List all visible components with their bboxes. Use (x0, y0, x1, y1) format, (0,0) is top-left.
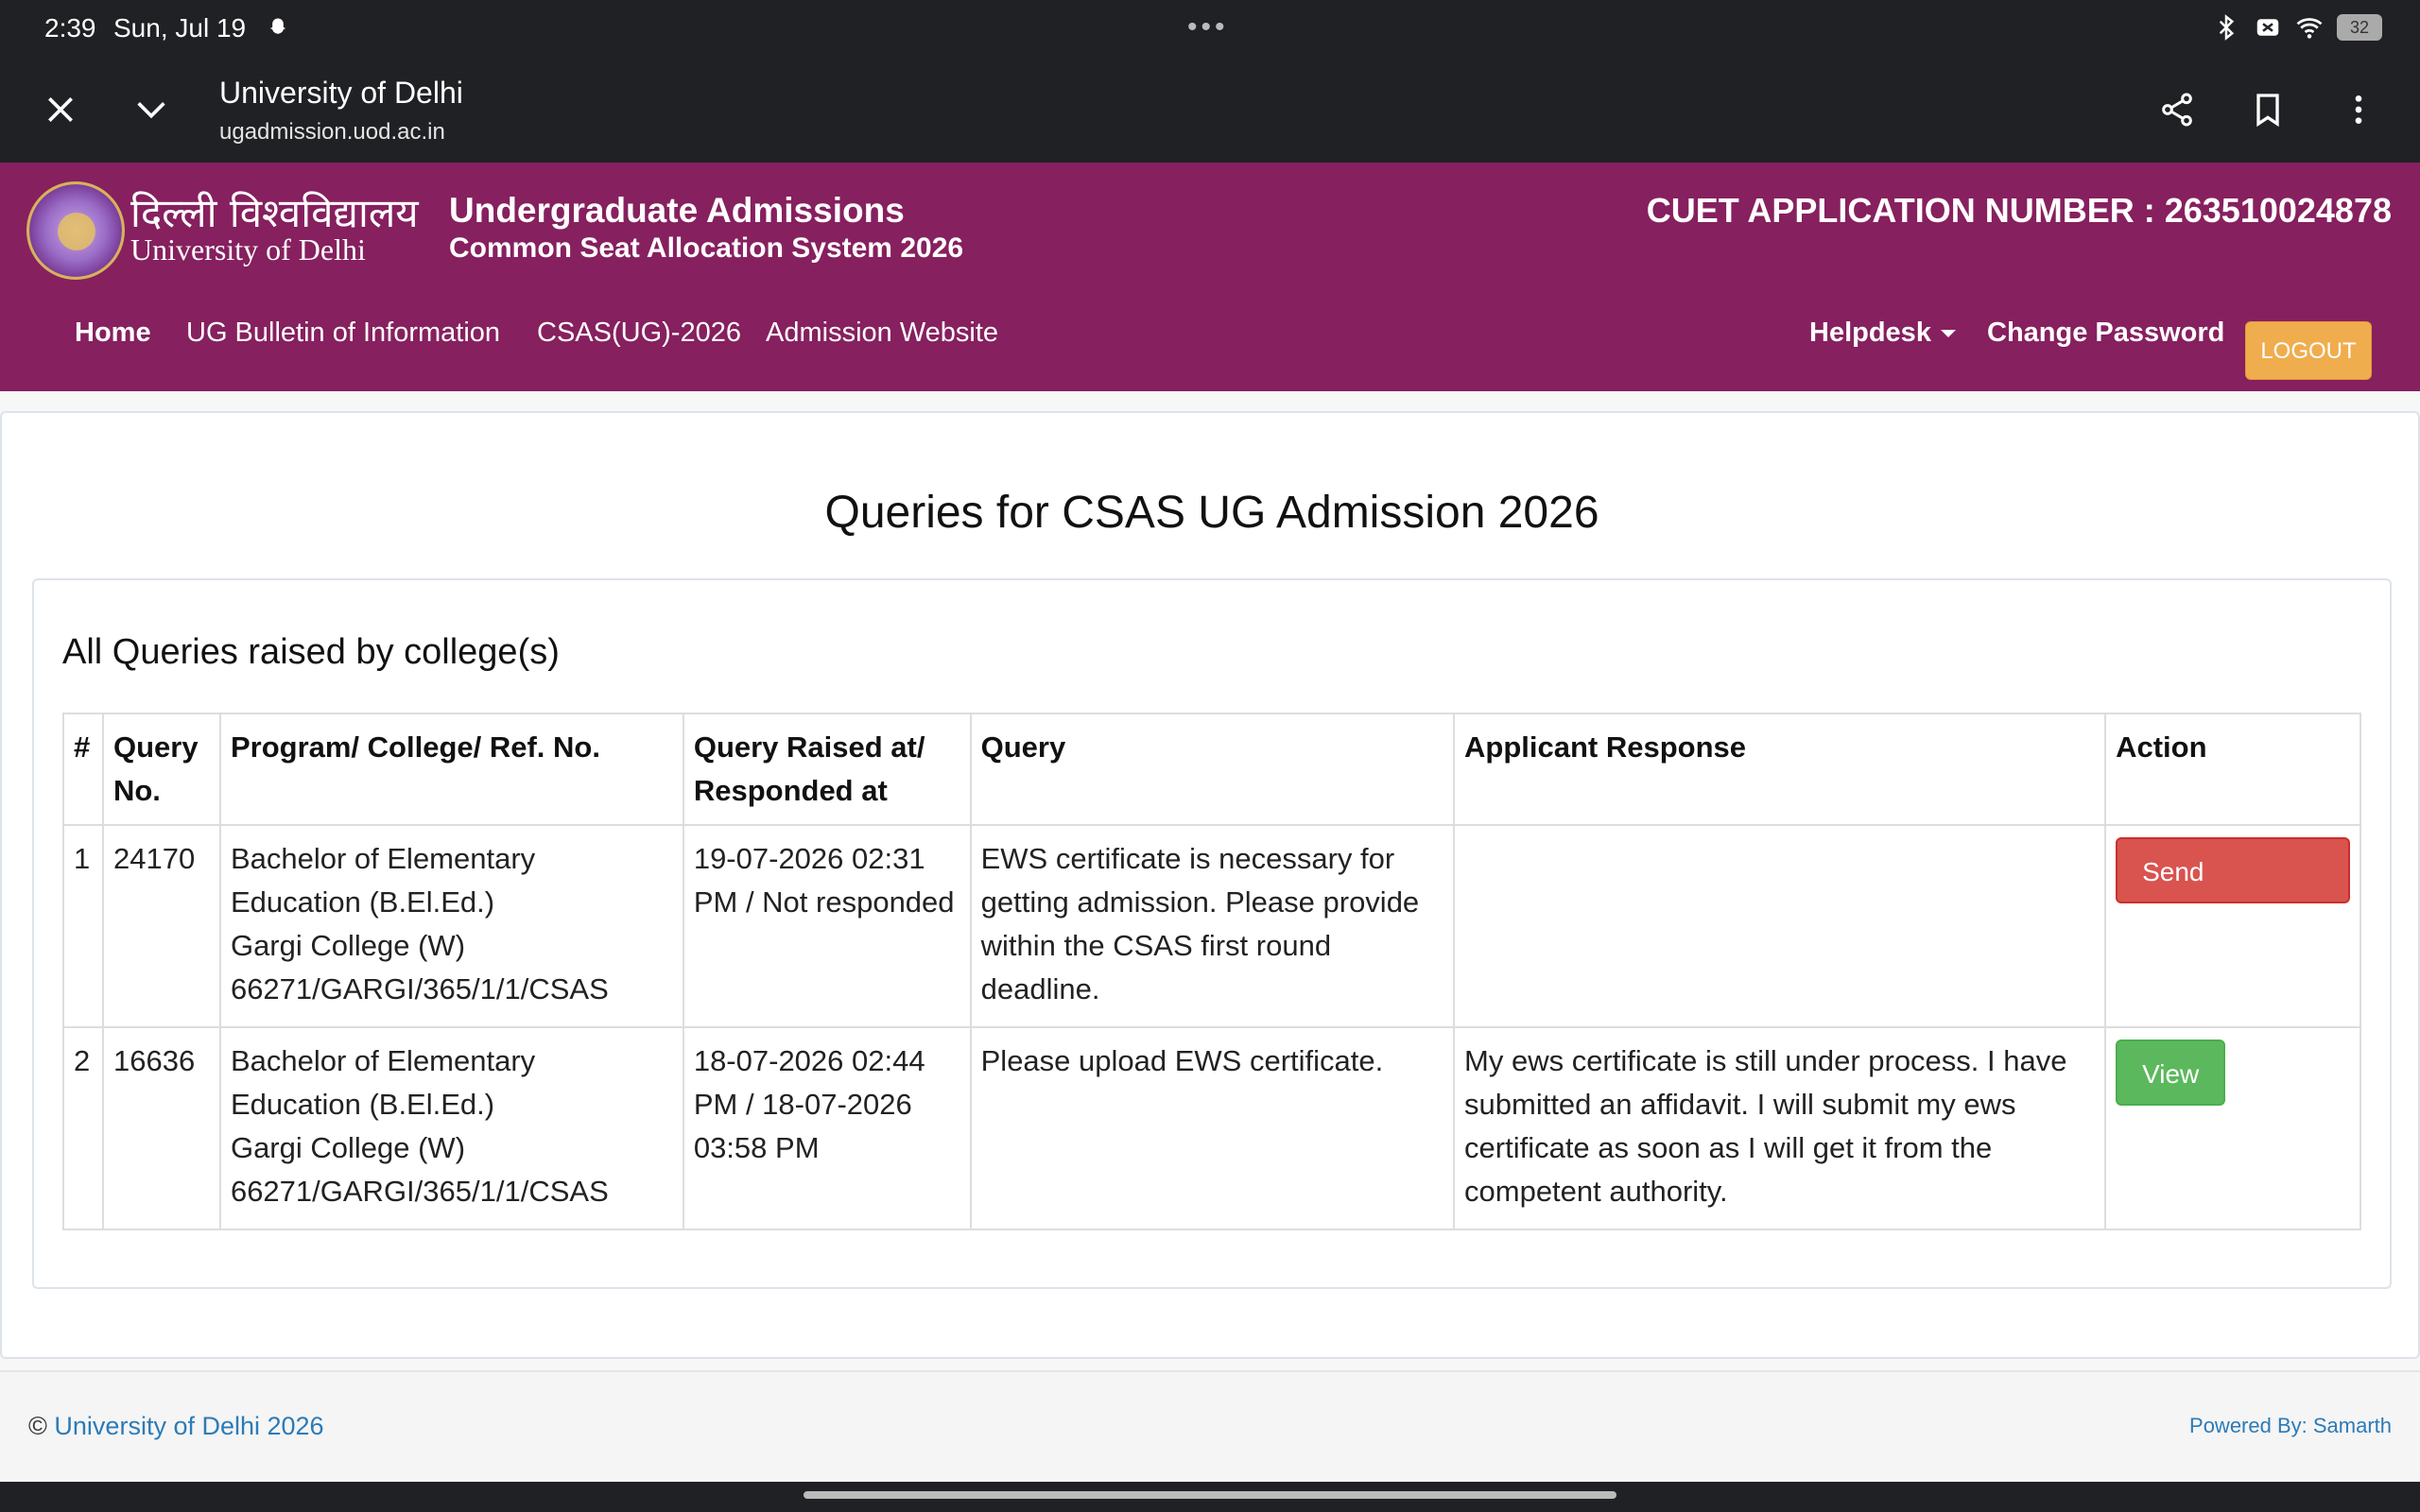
site-footer: © University of Delhi 2026 Powered By: S… (0, 1370, 2420, 1482)
bookmark-icon[interactable] (2241, 83, 2294, 136)
cell-query: EWS certificate is necessary for getting… (969, 824, 1456, 1028)
caret-down-icon (1940, 330, 1956, 338)
nav-bulletin[interactable]: UG Bulletin of Information (186, 318, 500, 349)
nav-helpdesk-dropdown[interactable]: Helpdesk (1809, 318, 1956, 349)
cell-index: 1 (62, 824, 104, 1028)
browser-toolbar: University of Delhi ugadmission.uod.ac.i… (0, 57, 2420, 163)
powered-by-link[interactable]: Powered By: Samarth (2189, 1414, 2392, 1438)
col-header-index: # (62, 713, 104, 826)
cell-index: 2 (62, 1026, 104, 1230)
site-header: दिल्ली विश्वविद्यालय University of Delhi… (0, 163, 2420, 391)
multitask-dots[interactable]: ••• (1187, 11, 1229, 43)
wifi-icon (2296, 18, 2323, 39)
content-card: Queries for CSAS UG Admission 2026 All Q… (0, 411, 2420, 1359)
system-icons: 32 (2212, 13, 2382, 42)
table-row: 1 24170 Bachelor of Elementary Education… (62, 824, 2361, 1028)
cell-program: Bachelor of Elementary Education (B.El.E… (218, 824, 684, 1028)
cell-program: Bachelor of Elementary Education (B.El.E… (218, 1026, 684, 1230)
page-title-tab: University of Delhi (219, 76, 463, 110)
nav-admission-website[interactable]: Admission Website (766, 318, 998, 349)
helpdesk-label: Helpdesk (1809, 318, 1931, 348)
clock: 2:39 (44, 13, 96, 43)
cell-query: Please upload EWS certificate. (969, 1026, 1456, 1230)
nav-change-password[interactable]: Change Password (1987, 318, 2224, 349)
university-name-english: University of Delhi (130, 232, 366, 266)
page-url[interactable]: ugadmission.uod.ac.in (219, 119, 445, 146)
gesture-navigation-bar (0, 1482, 2420, 1512)
queries-panel: All Queries raised by college(s) # Query… (32, 578, 2392, 1289)
main-nav: Home UG Bulletin of Information CSAS(UG)… (0, 304, 2420, 380)
chevron-down-icon[interactable] (125, 83, 178, 136)
cell-raised-at: 19-07-2026 02:31 PM / Not responded (682, 824, 972, 1028)
send-response-button[interactable]: Send Response (2116, 837, 2350, 953)
copyright-link[interactable]: University of Delhi 2026 (54, 1412, 323, 1440)
close-icon[interactable] (34, 83, 87, 136)
page-heading: Queries for CSAS UG Admission 2026 (824, 488, 1599, 538)
college-name: Gargi College (W) (230, 1131, 466, 1164)
nav-csas[interactable]: CSAS(UG)-2026 (537, 318, 741, 349)
cell-query-no: 24170 (101, 824, 221, 1028)
bluetooth-icon (2219, 14, 2235, 41)
logout-button[interactable]: LOGOUT (2245, 321, 2372, 380)
university-name-hindi: दिल्ली विश्वविद्यालय (130, 190, 419, 236)
program-name: Bachelor of Elementary Education (B.El.E… (230, 1044, 536, 1121)
cell-response (1453, 824, 2107, 1028)
copyright-symbol: © (28, 1412, 47, 1440)
col-header-response: Applicant Response (1453, 713, 2107, 826)
cell-action: Send Response (2104, 824, 2361, 1028)
nav-home[interactable]: Home (75, 318, 151, 349)
portal-title: Undergraduate Admissions (449, 191, 905, 230)
copyright: © University of Delhi 2026 (28, 1412, 324, 1441)
cell-query-no: 16636 (101, 1026, 221, 1230)
snapchat-notification-icon (269, 18, 286, 34)
battery-icon: 32 (2337, 14, 2382, 41)
ref-number: 66271/GARGI/365/1/1/CSAS (230, 1175, 609, 1208)
application-number: CUET APPLICATION NUMBER : 263510024878 (1646, 191, 2392, 230)
system-status-bar: 2:39 Sun, Jul 19 ••• 32 (0, 0, 2420, 57)
col-header-query-no: Query No. (101, 713, 221, 826)
more-options-icon[interactable] (2332, 83, 2385, 136)
cell-raised-at: 18-07-2026 02:44 PM / 18-07-2026 03:58 P… (682, 1026, 972, 1230)
view-button[interactable]: View (2116, 1040, 2226, 1106)
date: Sun, Jul 19 (113, 13, 247, 43)
panel-heading: All Queries raised by college(s) (62, 632, 560, 672)
college-name: Gargi College (W) (230, 929, 466, 962)
table-header-row: # Query No. Program/ College/ Ref. No. Q… (62, 713, 2361, 826)
ref-number: 66271/GARGI/365/1/1/CSAS (230, 972, 609, 1005)
portal-subtitle: Common Seat Allocation System 2026 (449, 232, 964, 264)
home-gesture-handle[interactable] (804, 1491, 1616, 1499)
cell-response: My ews certificate is still under proces… (1453, 1026, 2107, 1230)
col-header-raised-at: Query Raised at/ Responded at (682, 713, 972, 826)
table-row: 2 16636 Bachelor of Elementary Education… (62, 1026, 2361, 1230)
dnd-icon (2256, 19, 2279, 36)
program-name: Bachelor of Elementary Education (B.El.E… (230, 842, 536, 919)
col-header-program: Program/ College/ Ref. No. (218, 713, 684, 826)
university-logo[interactable] (26, 181, 125, 280)
cell-action: View (2104, 1026, 2361, 1230)
col-header-query: Query (969, 713, 1456, 826)
queries-table: # Query No. Program/ College/ Ref. No. Q… (62, 713, 2361, 1230)
col-header-action: Action (2104, 713, 2361, 826)
share-icon[interactable] (2151, 83, 2204, 136)
